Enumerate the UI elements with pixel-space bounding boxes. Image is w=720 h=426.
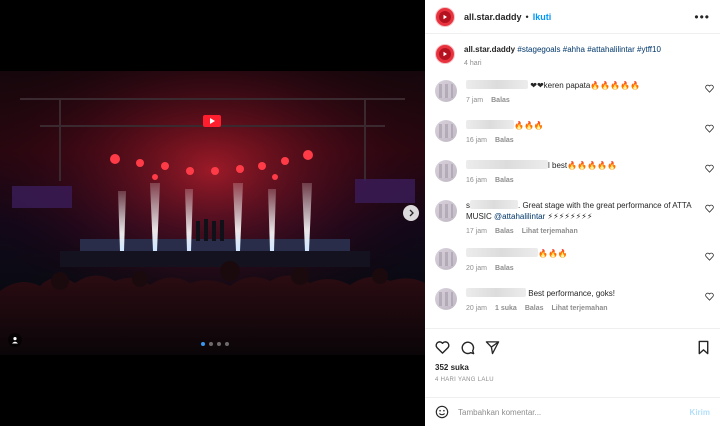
like-button[interactable]: [435, 340, 450, 355]
add-comment-bar: Tambahkan komentar... Kirim: [425, 397, 720, 426]
post-actions: 352 suka 4 HARI YANG LALU: [425, 328, 720, 383]
like-heart-icon[interactable]: [705, 292, 714, 301]
comment-text: Best performance, goks!: [528, 289, 615, 298]
commenter-avatar[interactable]: [435, 80, 457, 102]
author-avatar[interactable]: [435, 44, 455, 64]
tagged-users-button[interactable]: [8, 333, 22, 347]
paper-plane-icon: [485, 340, 500, 354]
play-logo-icon: [439, 48, 451, 60]
carousel-dot: [209, 342, 213, 346]
carousel-dot: [217, 342, 221, 346]
comment-time: 20 jam: [466, 305, 488, 312]
see-translation-button[interactable]: Lihat terjemahan: [552, 305, 608, 312]
carousel-indicator: [201, 342, 229, 346]
commenter-avatar[interactable]: [435, 200, 457, 222]
blurred-username[interactable]: [466, 248, 538, 257]
comment-text: 🔥🔥🔥: [514, 121, 544, 130]
caption-hashtags[interactable]: #stagegoals #ahha #attahalilintar #ytff1…: [517, 45, 661, 54]
save-button[interactable]: [697, 340, 710, 355]
caption-time: 4 hari: [464, 60, 482, 67]
caption-body: all.star.daddy #stagegoals #ahha #attaha…: [464, 44, 661, 72]
commenter-avatar[interactable]: [435, 120, 457, 142]
like-heart-icon[interactable]: [705, 124, 714, 133]
header-separator: •: [525, 11, 529, 22]
comment-time: 7 jam: [466, 97, 484, 104]
like-heart-icon[interactable]: [705, 252, 714, 261]
reply-button[interactable]: Balas: [495, 228, 514, 235]
follow-button[interactable]: Ikuti: [533, 12, 552, 22]
commenter-avatar[interactable]: [435, 288, 457, 310]
comment-item: ❤❤keren papata🔥🔥🔥🔥🔥 7 jam Balas: [425, 80, 720, 104]
comment-likes[interactable]: 1 suka: [495, 305, 517, 312]
comment-button[interactable]: [460, 340, 475, 355]
comment-item: 🔥🔥🔥 16 jam Balas: [425, 120, 720, 144]
post-comment-button[interactable]: Kirim: [690, 408, 710, 417]
post-side-panel: all.star.daddy • Ikuti ••• all.star.dadd…: [425, 0, 720, 426]
reply-button[interactable]: Balas: [495, 265, 514, 272]
comment-mention[interactable]: @attahalilintar: [494, 212, 545, 221]
emoji-icon[interactable]: [435, 405, 449, 419]
comments-list[interactable]: all.star.daddy #stagegoals #ahha #attaha…: [425, 34, 720, 328]
share-button[interactable]: [485, 340, 500, 355]
blurred-username[interactable]: [466, 80, 528, 89]
author-username[interactable]: all.star.daddy: [464, 12, 522, 22]
blurred-username[interactable]: [466, 120, 514, 129]
author-avatar[interactable]: [435, 6, 455, 27]
comment-time: 20 jam: [466, 265, 488, 272]
comment-item: l best🔥🔥🔥🔥🔥 16 jam Balas: [425, 160, 720, 184]
likes-count[interactable]: 352 suka: [435, 363, 710, 372]
comment-input[interactable]: Tambahkan komentar...: [458, 408, 541, 417]
carousel-dot: [201, 342, 205, 346]
more-options-icon[interactable]: •••: [694, 10, 710, 24]
see-translation-button[interactable]: Lihat terjemahan: [522, 228, 578, 235]
comment-text: l best🔥🔥🔥🔥🔥: [548, 161, 617, 170]
carousel-next-button[interactable]: [403, 205, 419, 221]
comment-time: 16 jam: [466, 177, 488, 184]
blurred-username[interactable]: [466, 160, 548, 169]
reply-button[interactable]: Balas: [491, 97, 510, 104]
post-media: [0, 0, 425, 426]
user-icon: [12, 337, 18, 344]
comment-suffix: ⚡⚡⚡⚡⚡⚡⚡⚡: [547, 212, 593, 221]
like-heart-icon[interactable]: [705, 204, 714, 213]
reply-button[interactable]: Balas: [495, 177, 514, 184]
like-heart-icon[interactable]: [705, 164, 714, 173]
comment-text: 🔥🔥🔥: [538, 249, 568, 258]
comment-item: 🔥🔥🔥 20 jam Balas: [425, 248, 720, 272]
bookmark-icon: [698, 340, 709, 354]
comment-time: 16 jam: [466, 137, 488, 144]
heart-icon: [435, 340, 450, 354]
comment-text: ❤❤keren papata🔥🔥🔥🔥🔥: [530, 81, 641, 90]
carousel-dot: [225, 342, 229, 346]
post-date: 4 HARI YANG LALU: [435, 377, 494, 383]
reply-button[interactable]: Balas: [525, 305, 544, 312]
commenter-avatar[interactable]: [435, 160, 457, 182]
post-header: all.star.daddy • Ikuti •••: [425, 0, 720, 34]
comment-item: s. Great stage with the great performanc…: [425, 200, 720, 235]
post-caption: all.star.daddy #stagegoals #ahha #attaha…: [425, 34, 720, 72]
chevron-right-icon: [409, 209, 414, 217]
reply-button[interactable]: Balas: [495, 137, 514, 144]
play-logo-icon: [439, 10, 451, 23]
commenter-avatar[interactable]: [435, 248, 457, 270]
comment-item: Best performance, goks! 20 jam 1 suka Bala…: [425, 288, 720, 312]
comment-time: 17 jam: [466, 228, 488, 235]
concert-photo-illustration: [0, 71, 425, 355]
blurred-username[interactable]: [470, 200, 518, 209]
caption-username[interactable]: all.star.daddy: [464, 45, 515, 54]
blurred-username[interactable]: [466, 288, 526, 297]
post-photo-concert-stage[interactable]: [0, 71, 425, 355]
comment-icon: [461, 341, 475, 354]
like-heart-icon[interactable]: [705, 84, 714, 93]
